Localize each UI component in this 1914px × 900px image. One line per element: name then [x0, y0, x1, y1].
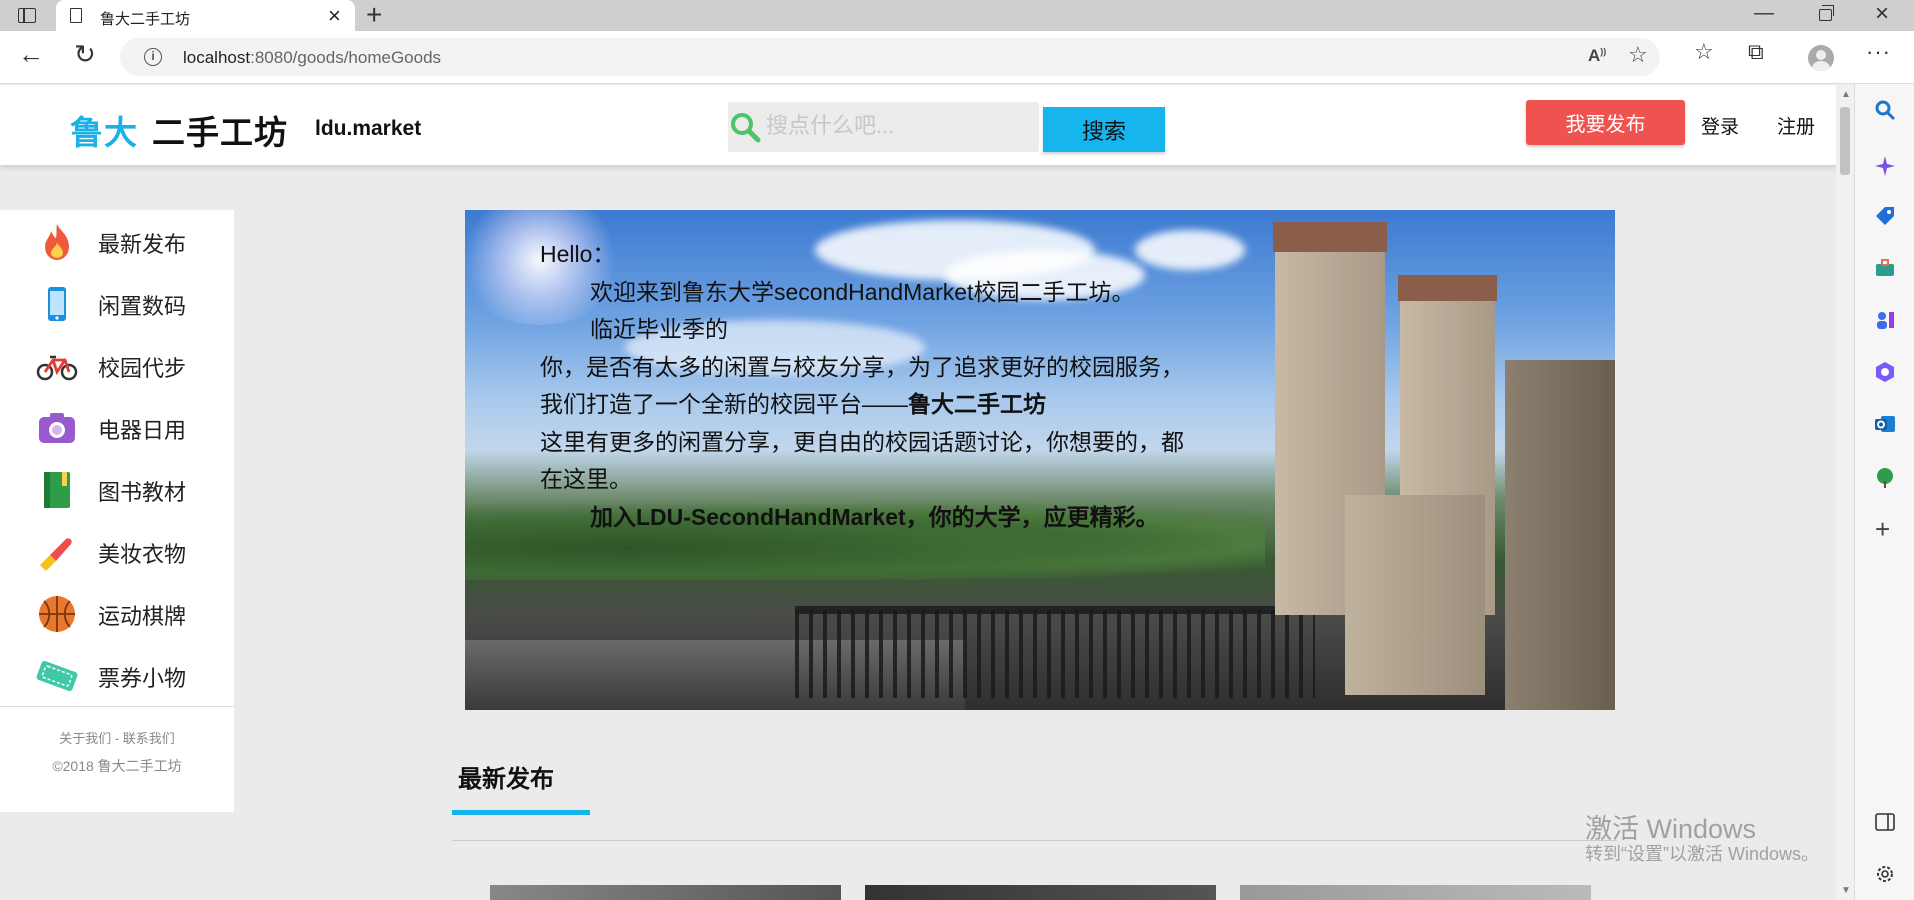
sidebar-item-label: 电器日用: [98, 418, 187, 443]
sidebar-divider: [0, 706, 234, 707]
scroll-up-icon[interactable]: ▲: [1841, 89, 1851, 100]
tree-icon[interactable]: [1873, 466, 1897, 490]
camera-icon: [39, 413, 75, 443]
browser-tab[interactable]: 鲁大二手工坊 ×: [56, 0, 355, 31]
page-scrollbar[interactable]: ▲ ▼: [1836, 85, 1854, 900]
banner-line: 欢迎来到鲁东大学secondHandMarket校园二手工坊。: [590, 278, 1135, 305]
search-button[interactable]: 搜索: [1043, 107, 1165, 152]
banner-line: 临近毕业季的: [590, 316, 728, 342]
logo-subtitle: ldu.market: [315, 117, 422, 140]
sidebar-item-books[interactable]: 图书教材: [0, 458, 234, 520]
banner-hello: Hello：: [540, 241, 616, 267]
add-favorite-icon[interactable]: ☆: [1628, 42, 1648, 68]
address-bar: ← ↻ i localhost:8080/goods/homeGoods A))…: [0, 31, 1914, 84]
web-page: 鲁大 二手工坊 ldu.market 搜索 我要发布 登录 注册 最新发布: [0, 85, 1836, 900]
product-card[interactable]: [490, 885, 841, 900]
basketball-icon: [39, 596, 75, 632]
window-minimize-icon[interactable]: —: [1754, 2, 1774, 25]
url-field[interactable]: i localhost:8080/goods/homeGoods A)) ☆: [120, 38, 1660, 76]
ticket-icon: [36, 660, 78, 692]
sidebar-footer-links[interactable]: 关于我们 - 联系我们: [0, 728, 234, 747]
search-input[interactable]: [764, 110, 1034, 142]
section-divider: [452, 840, 1617, 841]
tab-close-icon[interactable]: ×: [328, 3, 341, 29]
section-title: 最新发布: [458, 766, 554, 793]
banner-line: 你，是否有太多的闲置与校友分享，为了追求更好的校园服务，我们打造了一个全新的校园…: [540, 353, 1184, 418]
register-link[interactable]: 注册: [1777, 112, 1815, 139]
sidebar-item-beauty[interactable]: 美妆衣物: [0, 520, 234, 582]
lipstick-icon: [40, 538, 72, 571]
settings-icon[interactable]: [1873, 862, 1897, 886]
sidebar-item-label: 最新发布: [98, 232, 187, 257]
sidebar-copyright: ©2018 鲁大二手工坊: [52, 758, 182, 774]
logo-rest[interactable]: 二手工坊: [152, 106, 288, 154]
add-icon[interactable]: +: [1875, 514, 1890, 545]
book-icon: [44, 472, 70, 508]
url-text: localhost:8080/goods/homeGoods: [183, 48, 442, 67]
sidebar-item-label: 校园代步: [98, 356, 187, 381]
gate-pillar-cap: [1273, 222, 1387, 252]
section-underline: [452, 810, 590, 815]
sidebar-item-label: 闲置数码: [98, 294, 187, 319]
back-icon[interactable]: ←: [18, 39, 44, 70]
sidebar-item-appliances[interactable]: 电器日用: [0, 396, 234, 458]
tab-title: 鲁大二手工坊: [100, 11, 191, 28]
sidebar-item-latest[interactable]: 最新发布: [0, 210, 234, 272]
sidebar-item-label: 运动棋牌: [98, 604, 187, 629]
scroll-down-icon[interactable]: ▼: [1841, 885, 1851, 896]
sidebar-item-tickets[interactable]: 票券小物: [0, 644, 234, 706]
window-restore-icon[interactable]: [1819, 5, 1834, 21]
login-link[interactable]: 登录: [1701, 112, 1739, 139]
phone-icon: [48, 287, 66, 321]
shopping-tag-icon[interactable]: [1873, 204, 1897, 228]
reload-icon[interactable]: ↻: [74, 39, 96, 70]
sidebar-item-label: 票券小物: [98, 666, 187, 691]
scroll-thumb[interactable]: [1840, 107, 1850, 175]
site-header: 鲁大 二手工坊 ldu.market 搜索 我要发布 登录 注册: [0, 85, 1836, 165]
gate-pillar: [1505, 360, 1615, 710]
outlook-icon[interactable]: [1873, 412, 1897, 436]
games-icon[interactable]: [1873, 308, 1897, 332]
sidebar-item-sports[interactable]: 运动棋牌: [0, 582, 234, 644]
profile-avatar[interactable]: [1808, 45, 1834, 71]
publish-button[interactable]: 我要发布: [1526, 100, 1685, 145]
sidebar-item-digital[interactable]: 闲置数码: [0, 272, 234, 334]
fire-icon: [45, 224, 69, 260]
gate-base: [1345, 495, 1485, 695]
more-menu-icon[interactable]: ···: [1866, 39, 1891, 65]
site-info-icon[interactable]: i: [144, 48, 162, 66]
search-box: [728, 102, 1039, 152]
sidebar-item-transport[interactable]: 校园代步: [0, 334, 234, 396]
product-card[interactable]: [865, 885, 1216, 900]
search-icon: [731, 113, 761, 143]
windows-activation-hint: 转到“设置”以激活 Windows。: [1585, 844, 1820, 864]
favorites-icon[interactable]: ☆: [1694, 39, 1714, 65]
sidebar-item-label: 图书教材: [98, 480, 187, 505]
copilot-icon[interactable]: [1873, 154, 1897, 178]
read-aloud-icon[interactable]: A)): [1588, 46, 1606, 66]
panel-toggle-icon[interactable]: [1873, 810, 1897, 834]
collections-icon[interactable]: ⧉: [1748, 39, 1764, 65]
page-icon: [70, 8, 82, 23]
logo-main[interactable]: 鲁大: [70, 106, 138, 154]
edge-sidebar: +: [1854, 84, 1914, 900]
bicycle-icon: [36, 355, 78, 381]
office-icon[interactable]: [1873, 360, 1897, 384]
banner-text: Hello： 欢迎来到鲁东大学secondHandMarket校园二手工坊。 临…: [540, 236, 1200, 536]
new-tab-icon[interactable]: +: [366, 0, 382, 30]
gate-bars: [795, 610, 1315, 698]
banner-line: 这里有更多的闲置分享，更自由的校园话题讨论，你想要的，都在这里。: [540, 428, 1184, 493]
window-close-icon[interactable]: ×: [1875, 0, 1889, 28]
banner-line: 加入LDU-SecondHandMarket，你的大学，应更精彩。: [590, 503, 1159, 530]
gate-pillar-cap: [1398, 275, 1497, 301]
sidebar-item-label: 美妆衣物: [98, 542, 187, 567]
tab-actions-icon[interactable]: [18, 8, 36, 23]
search-icon[interactable]: [1873, 98, 1897, 122]
hero-banner: Hello： 欢迎来到鲁东大学secondHandMarket校园二手工坊。 临…: [465, 210, 1615, 710]
toolbox-icon[interactable]: [1873, 256, 1897, 280]
product-card[interactable]: [1240, 885, 1591, 900]
browser-tab-bar: 鲁大二手工坊 × + — ×: [0, 0, 1914, 31]
category-sidebar: 最新发布 闲置数码 校园代步 电器日用 图书教材 美妆衣物 运动棋牌 票券小物 …: [0, 210, 234, 812]
